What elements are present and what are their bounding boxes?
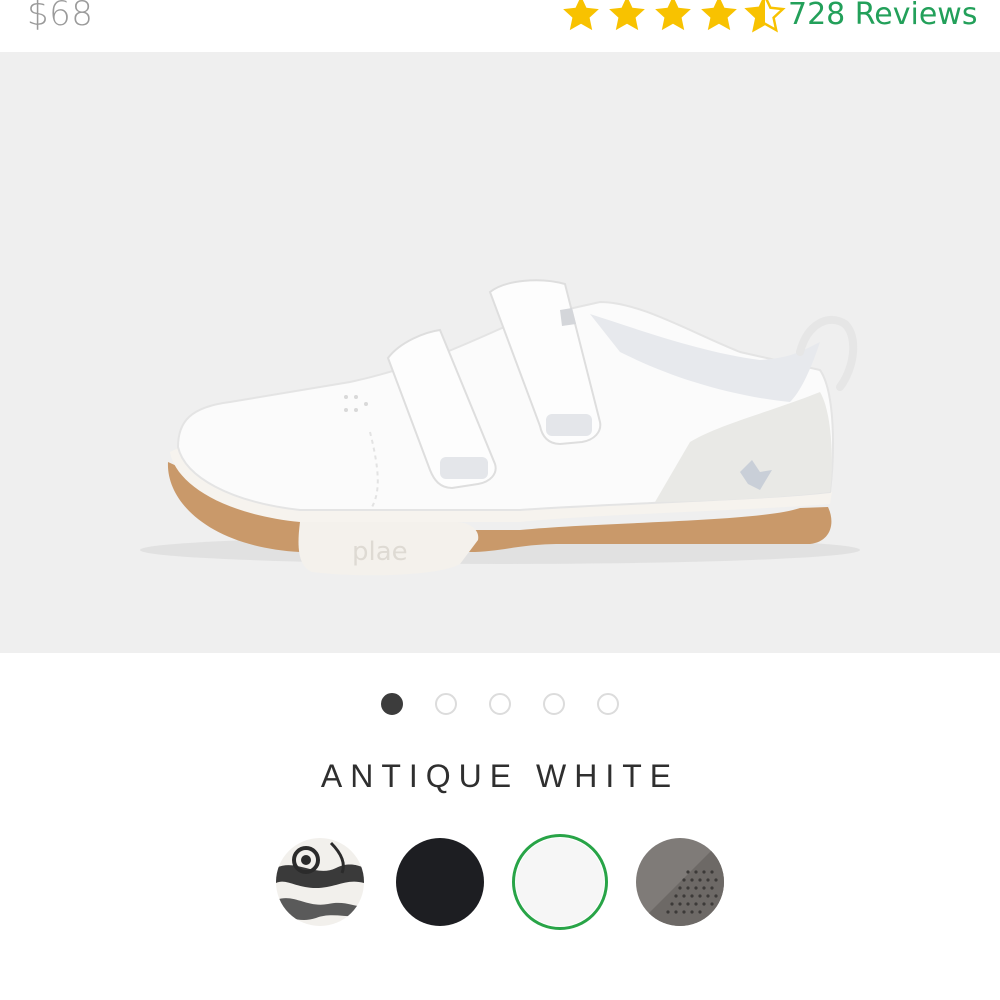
pattern-swatch[interactable] (272, 834, 368, 930)
reviews-link[interactable]: 728 Reviews (788, 0, 977, 32)
gallery-dot-5[interactable] (597, 693, 619, 715)
star-full-icon (701, 0, 737, 31)
antique-white-swatch[interactable] (512, 834, 608, 930)
perforated-pattern-icon (636, 838, 724, 926)
gallery-dot-2[interactable] (435, 693, 457, 715)
gallery-dot-1[interactable] (381, 693, 403, 715)
product-price: $68 (27, 0, 94, 34)
gallery-pagination (0, 693, 1000, 719)
gallery-dot-3[interactable] (489, 693, 511, 715)
sole-brand-text: plae (352, 537, 408, 567)
star-full-icon (609, 0, 645, 31)
product-image[interactable]: plae (0, 52, 1000, 653)
swirl-pattern-icon (276, 838, 364, 926)
gallery-dot-4[interactable] (543, 693, 565, 715)
product-rating[interactable]: 728 Reviews (560, 0, 977, 36)
selected-color-name: ANTIQUE WHITE (320, 758, 680, 794)
gray-perforated-swatch[interactable] (632, 834, 728, 930)
rating-stars (560, 0, 786, 35)
shoe-illustration: plae (140, 279, 860, 576)
star-half-icon (744, 0, 786, 33)
color-swatches (0, 832, 1000, 932)
star-full-icon (563, 0, 599, 31)
product-header: $68 728 Reviews (0, 0, 1000, 50)
star-full-icon (655, 0, 691, 31)
black-swatch[interactable] (392, 834, 488, 930)
